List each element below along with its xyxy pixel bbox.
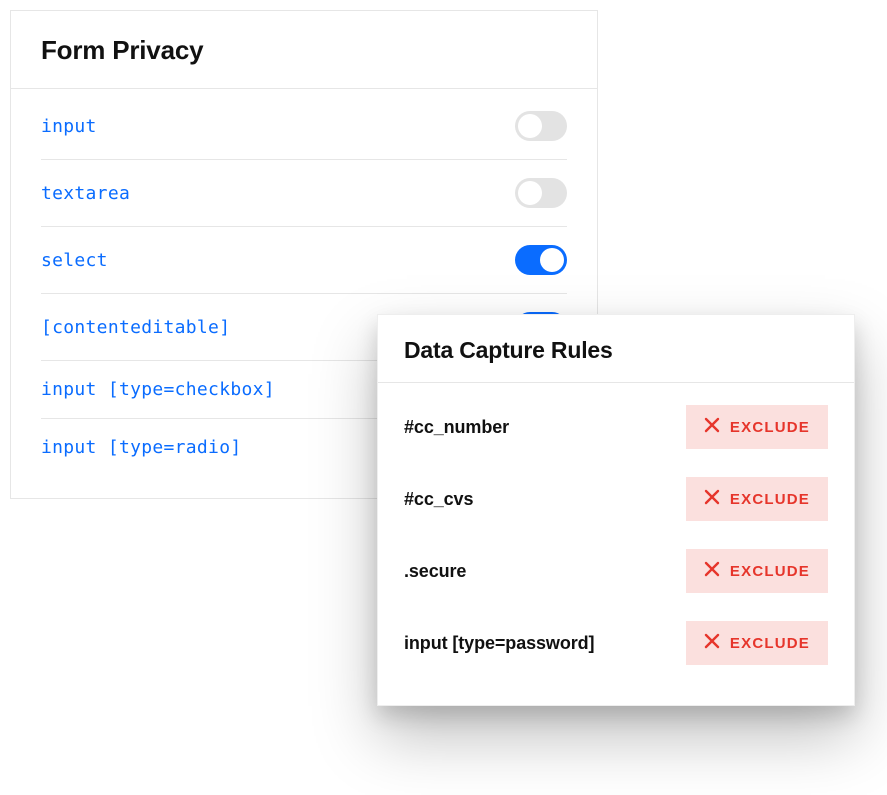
privacy-toggle[interactable] — [515, 111, 567, 141]
exclude-label: EXCLUDE — [730, 419, 810, 436]
close-icon — [704, 417, 720, 437]
rules-list: #cc_number EXCLUDE #cc_cvs EXCLUDE — [378, 383, 854, 679]
rule-row: #cc_number EXCLUDE — [404, 391, 828, 463]
rule-selector: #cc_cvs — [404, 489, 473, 510]
rule-row: #cc_cvs EXCLUDE — [404, 463, 828, 535]
close-icon — [704, 561, 720, 581]
rule-selector: .secure — [404, 561, 466, 582]
privacy-selector: input [type=radio] — [41, 437, 241, 458]
rules-title: Data Capture Rules — [404, 337, 828, 364]
privacy-row: input — [41, 93, 567, 160]
rule-selector: input [type=password] — [404, 633, 594, 654]
exclude-button[interactable]: EXCLUDE — [686, 405, 828, 449]
privacy-toggle[interactable] — [515, 178, 567, 208]
data-capture-rules-card: Data Capture Rules #cc_number EXCLUDE #c… — [377, 314, 855, 706]
exclude-label: EXCLUDE — [730, 563, 810, 580]
privacy-row: textarea — [41, 160, 567, 227]
privacy-selector: select — [41, 250, 108, 271]
privacy-selector: input [type=checkbox] — [41, 379, 275, 400]
privacy-toggle[interactable] — [515, 245, 567, 275]
exclude-label: EXCLUDE — [730, 635, 810, 652]
close-icon — [704, 633, 720, 653]
privacy-selector: textarea — [41, 183, 130, 204]
rule-selector: #cc_number — [404, 417, 509, 438]
rule-row: .secure EXCLUDE — [404, 535, 828, 607]
exclude-label: EXCLUDE — [730, 491, 810, 508]
form-privacy-header: Form Privacy — [11, 11, 597, 89]
exclude-button[interactable]: EXCLUDE — [686, 549, 828, 593]
privacy-selector: [contenteditable] — [41, 317, 230, 338]
privacy-row: select — [41, 227, 567, 294]
rules-header: Data Capture Rules — [378, 315, 854, 383]
form-privacy-title: Form Privacy — [41, 35, 567, 66]
exclude-button[interactable]: EXCLUDE — [686, 621, 828, 665]
exclude-button[interactable]: EXCLUDE — [686, 477, 828, 521]
close-icon — [704, 489, 720, 509]
rule-row: input [type=password] EXCLUDE — [404, 607, 828, 679]
privacy-selector: input — [41, 116, 97, 137]
